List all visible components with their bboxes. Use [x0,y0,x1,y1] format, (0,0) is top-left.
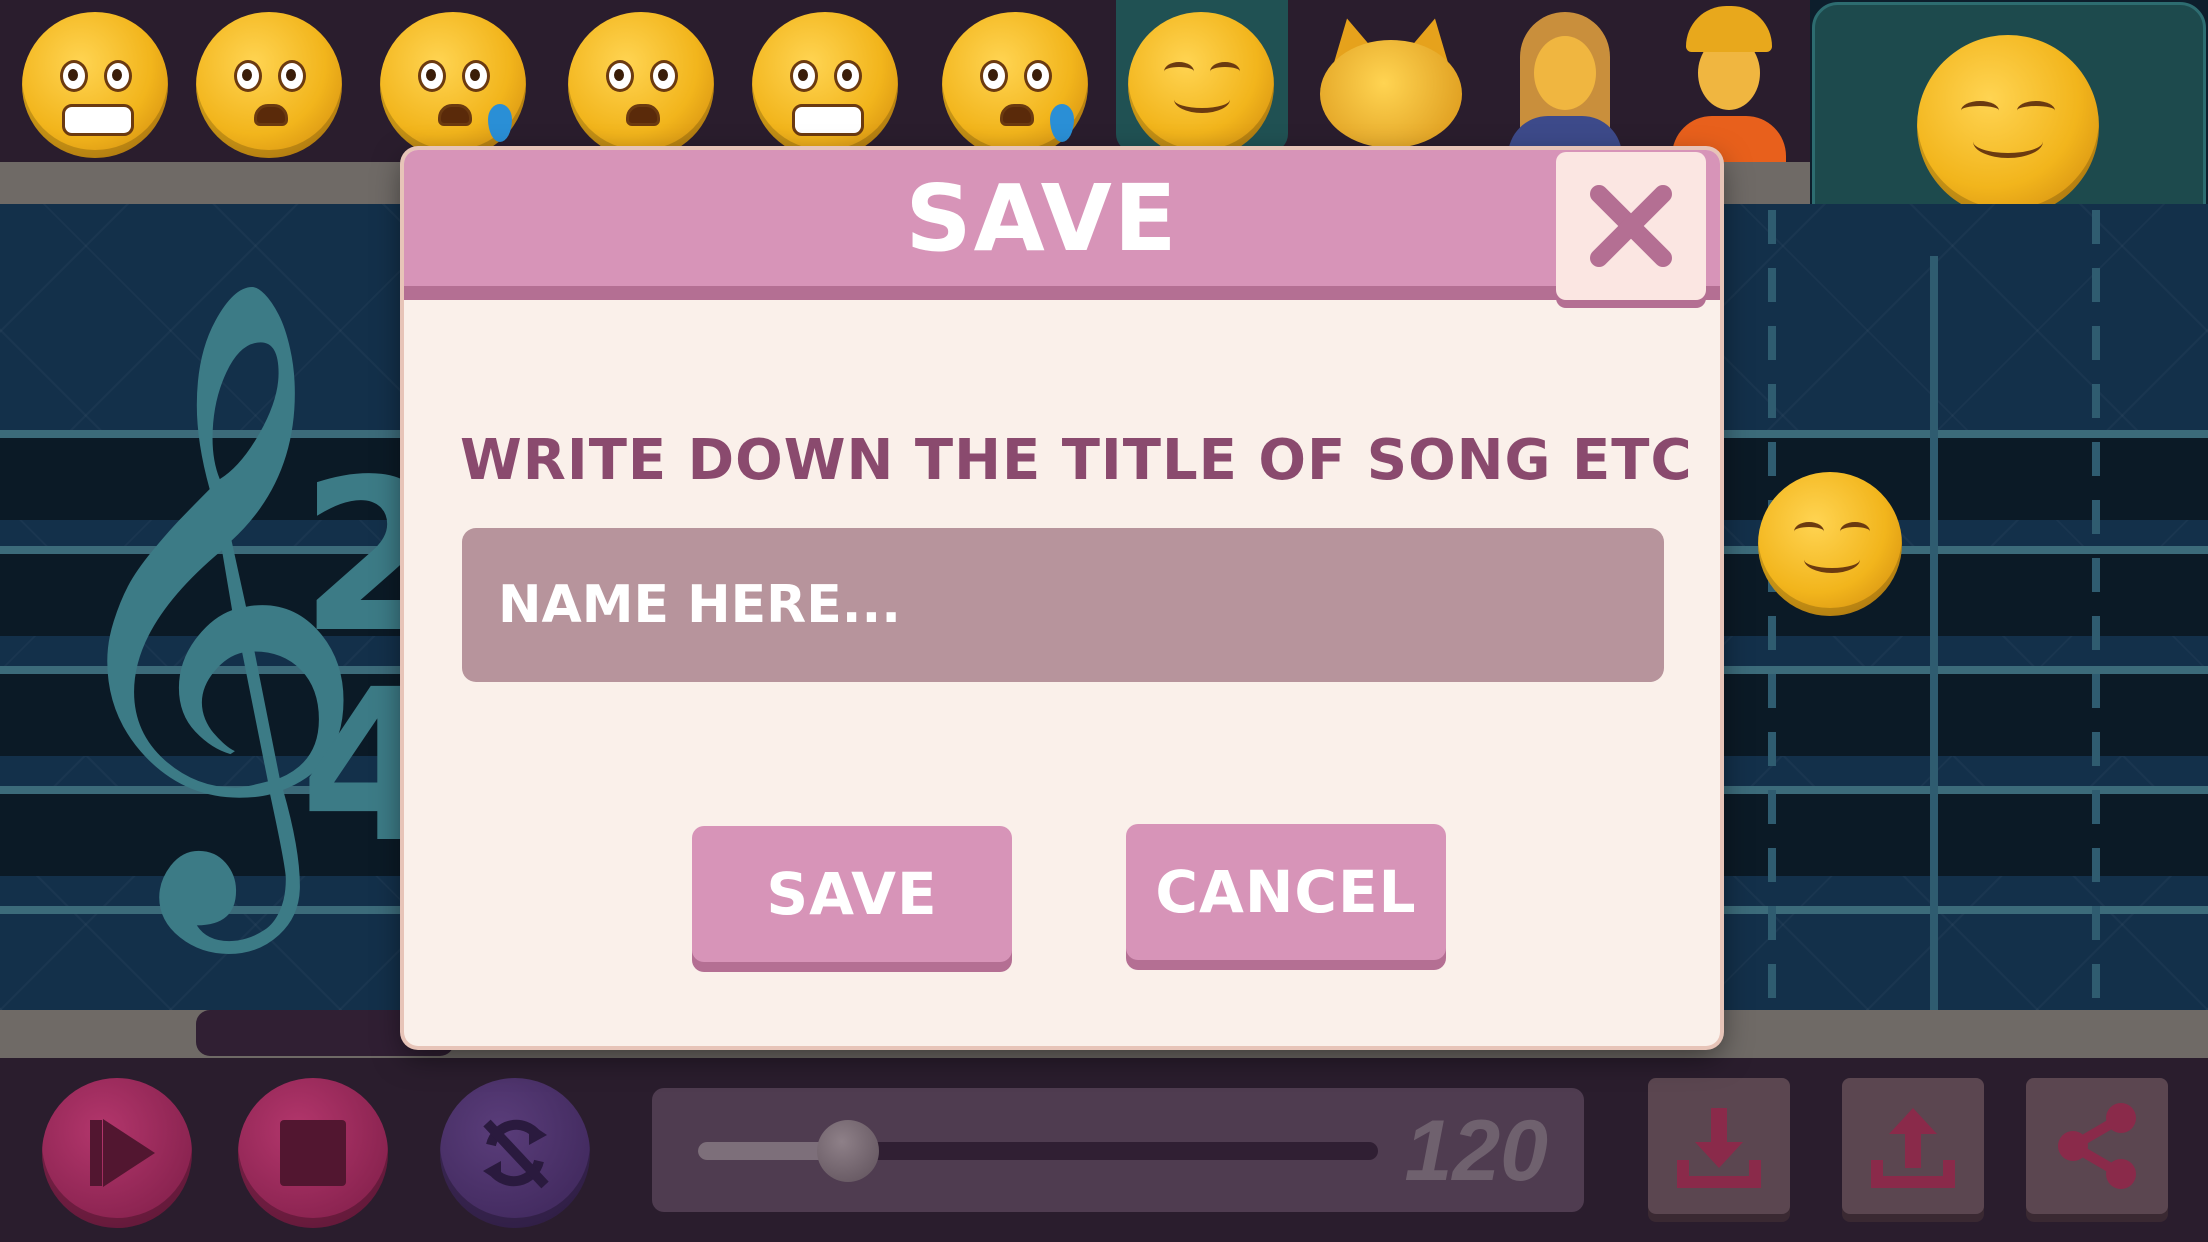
play-button[interactable] [42,1078,192,1228]
play-icon [103,1119,155,1187]
grimacing-face-icon[interactable] [752,12,898,158]
placed-note-relieved-face-icon[interactable] [1758,472,1902,616]
sad-sweat-face-icon[interactable] [942,12,1088,158]
frowning-face-icon[interactable] [568,12,714,158]
upload-icon [1871,1108,1955,1188]
stop-button[interactable] [238,1078,388,1228]
close-icon [1590,185,1672,267]
relieved-face-icon [1917,35,2099,217]
beat-divider [1768,210,1776,1010]
dialog-title: SAVE [905,164,1179,272]
grimacing-face-icon[interactable] [22,12,168,158]
tempo-control: 120 [652,1088,1584,1212]
sad-sweat-face-icon[interactable] [380,12,526,158]
play-icon [90,1120,102,1186]
beat-divider [2092,210,2100,1010]
tempo-slider-handle[interactable] [816,1120,879,1182]
save-button[interactable]: SAVE [692,826,1012,962]
loop-off-icon [483,1119,549,1189]
dialog-prompt: WRITE DOWN THE TITLE OF SONG ETC [460,428,1693,493]
emoji-palette [0,0,1810,166]
face-palm-woman-icon[interactable] [1500,6,1630,166]
close-button[interactable] [1556,152,1706,300]
dialog-header: SAVE [404,150,1720,300]
save-dialog: SAVE WRITE DOWN THE TITLE OF SONG ETC SA… [404,150,1720,1046]
construction-worker-icon[interactable] [1664,6,1794,166]
cancel-button[interactable]: CANCEL [1126,824,1446,960]
download-button[interactable] [1648,1078,1790,1214]
share-button[interactable] [2026,1078,2168,1214]
cat-face-icon[interactable] [1316,10,1466,148]
loop-toggle-button[interactable] [440,1078,590,1228]
upload-button[interactable] [1842,1078,1984,1214]
tempo-value: 120 [1404,1103,1549,1199]
hushed-face-icon[interactable] [196,12,342,158]
relieved-face-icon[interactable] [1128,12,1274,158]
share-icon [2058,1103,2136,1189]
stop-icon [280,1120,346,1186]
download-icon [1677,1108,1761,1188]
song-title-input[interactable] [462,528,1664,682]
measure-divider [1930,256,1938,1010]
tempo-slider[interactable] [698,1120,1378,1182]
